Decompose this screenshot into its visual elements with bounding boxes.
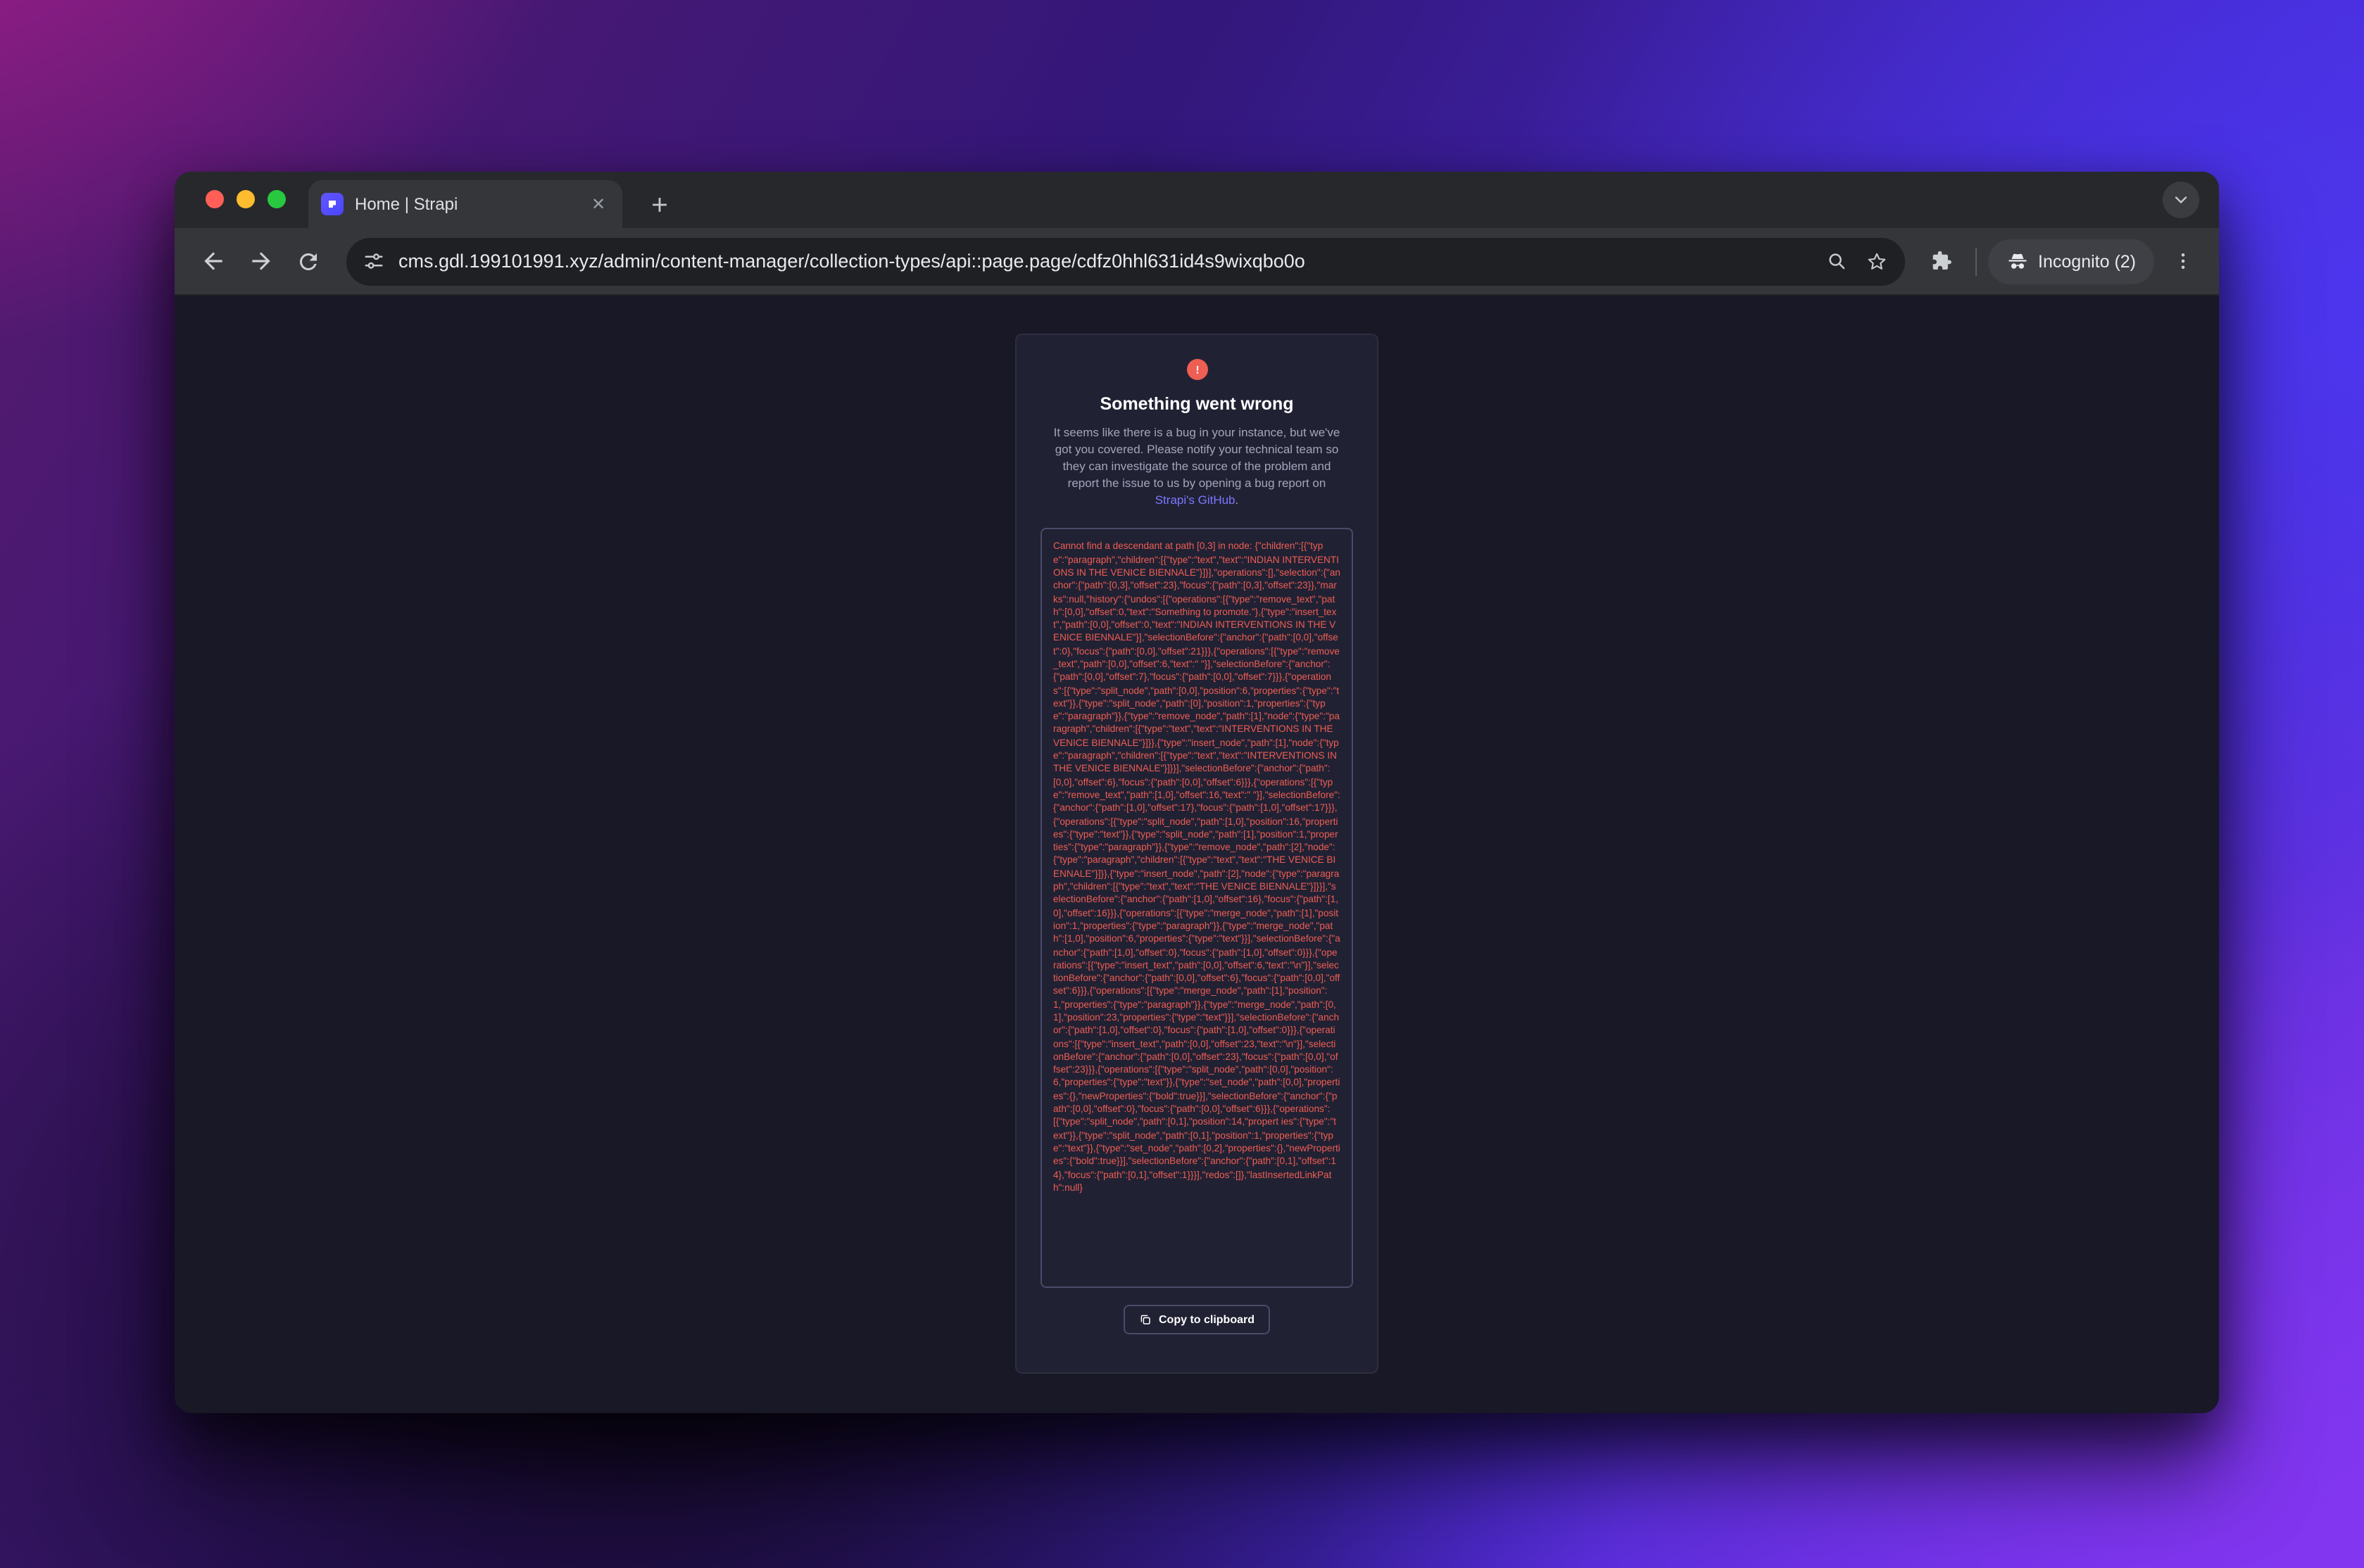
strapi-page: Something went wrong It seems like there… [175, 296, 2219, 1412]
toolbar-separator [1975, 247, 1976, 275]
window-controls [206, 190, 286, 208]
error-card: Something went wrong It seems like there… [1015, 334, 1378, 1374]
new-tab-button[interactable] [639, 184, 679, 224]
tab-close-icon[interactable]: ✕ [587, 193, 610, 215]
tab-title: Home | Strapi [355, 194, 587, 214]
kebab-menu-icon [2172, 251, 2193, 272]
url-bar[interactable]: cms.gdl.199101991.xyz/admin/content-mana… [346, 237, 1904, 285]
error-details-text: Cannot find a descendant at path [0,3] i… [1053, 541, 1340, 1196]
incognito-badge[interactable]: Incognito (2) [1987, 239, 2154, 284]
incognito-label: Incognito (2) [2038, 251, 2136, 271]
desktop-background: Home | Strapi ✕ [0, 0, 2364, 1568]
error-description-text: It seems like there is a bug in your ins… [1054, 425, 1340, 490]
copy-button-label: Copy to clipboard [1159, 1314, 1255, 1327]
maximize-window-button[interactable] [268, 190, 286, 208]
tab-home-strapi[interactable]: Home | Strapi ✕ [308, 180, 622, 228]
copy-icon [1139, 1314, 1152, 1327]
puzzle-icon [1929, 249, 1953, 273]
back-button[interactable] [189, 237, 237, 285]
browser-window: Home | Strapi ✕ [175, 172, 2219, 1413]
strapi-github-link[interactable]: Strapi's GitHub [1155, 493, 1236, 507]
url-text[interactable]: cms.gdl.199101991.xyz/admin/content-mana… [398, 251, 1817, 272]
strapi-favicon-icon [321, 193, 344, 215]
error-description: It seems like there is a bug in your ins… [1049, 424, 1345, 509]
close-window-button[interactable] [206, 190, 224, 208]
browser-menu-button[interactable] [2160, 239, 2205, 284]
site-settings-icon[interactable] [363, 251, 384, 272]
tab-strip: Home | Strapi ✕ [175, 172, 2219, 228]
zoom-icon[interactable] [1817, 241, 1856, 281]
extensions-button[interactable] [1918, 239, 1963, 284]
error-description-period: . [1236, 493, 1239, 507]
forward-arrow-icon [247, 248, 274, 274]
bookmark-star-icon[interactable] [1856, 241, 1896, 281]
error-details-box[interactable]: Cannot find a descendant at path [0,3] i… [1040, 529, 1353, 1289]
browser-toolbar: cms.gdl.199101991.xyz/admin/content-mana… [175, 228, 2219, 296]
reload-button[interactable] [284, 237, 332, 285]
back-arrow-icon [199, 248, 226, 274]
incognito-icon [2006, 250, 2028, 272]
tab-search-chevron-button[interactable] [2163, 182, 2199, 218]
minimize-window-button[interactable] [237, 190, 255, 208]
error-title: Something went wrong [1100, 394, 1294, 414]
reload-icon [296, 248, 321, 274]
error-icon [1186, 359, 1207, 380]
copy-to-clipboard-button[interactable]: Copy to clipboard [1124, 1305, 1270, 1335]
forward-button[interactable] [237, 237, 284, 285]
